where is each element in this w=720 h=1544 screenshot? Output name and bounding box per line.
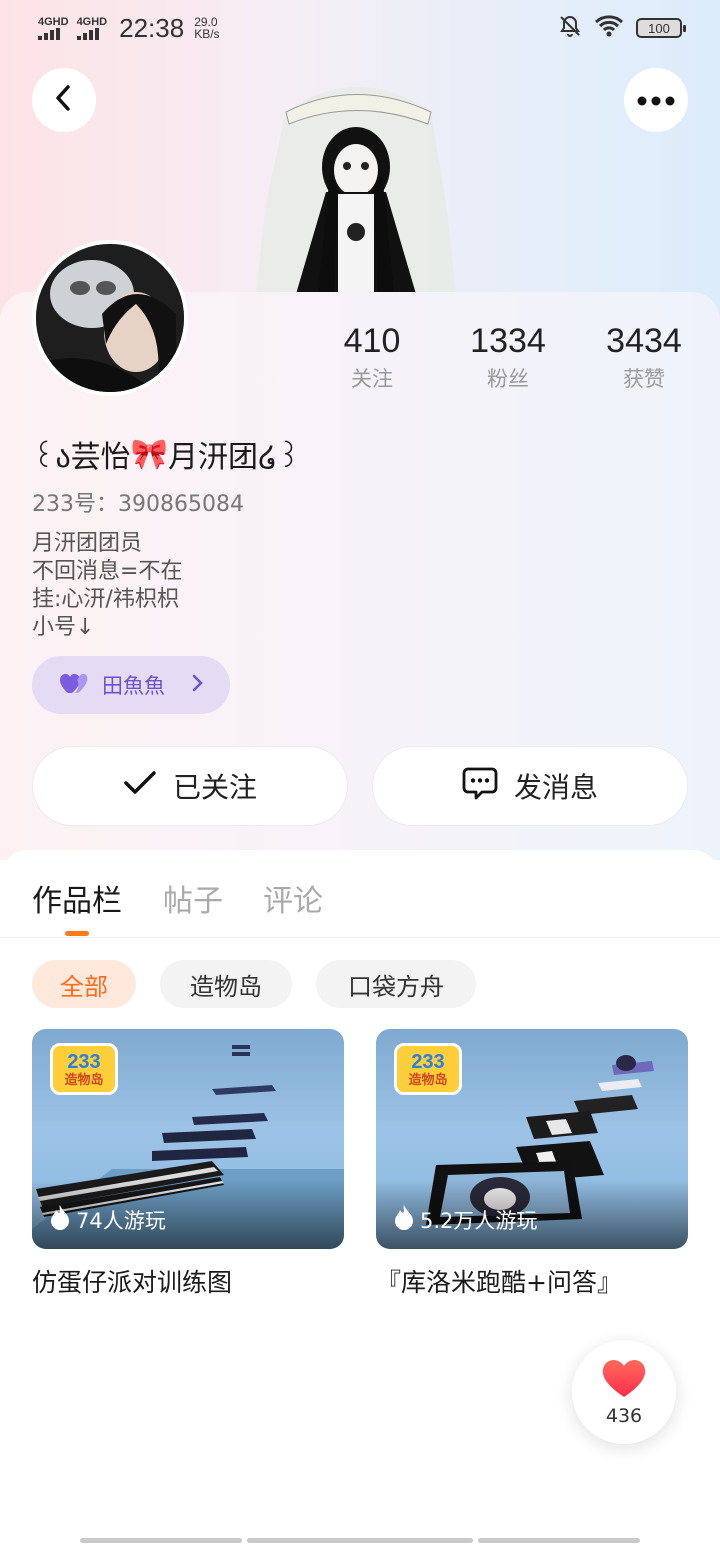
character-avatar-image (256, 72, 456, 294)
play-count-text: 74人游玩 (76, 1208, 166, 1233)
following-label: 关注 (351, 367, 393, 391)
game-title[interactable]: 『库洛米跑酷+问答』 (376, 1263, 688, 1299)
home-indicator (478, 1538, 640, 1543)
signal-indicator-2: 4GHD (76, 15, 108, 40)
like-count: 436 (605, 1405, 643, 1427)
followers-count: 1334 (470, 322, 546, 360)
bio-line: 月汧团团员 (32, 531, 143, 556)
logo-text: 造物岛 (408, 1071, 448, 1087)
tab-bar: 作品栏 帖子 评论 (0, 850, 720, 938)
logo-number: 233 (67, 1050, 101, 1073)
likes-label: 获赞 (623, 367, 665, 391)
clock: 22:38 (119, 12, 185, 43)
bio-line: 小号↓ (32, 615, 95, 640)
status-bar: 4GHD 4GHD 22:38 29.0 KB/s 100 (0, 0, 720, 56)
creation-island-logo: 233 造物岛 (394, 1043, 462, 1095)
avatar[interactable] (32, 240, 188, 396)
chevron-left-icon (52, 84, 76, 116)
followed-button-label: 已关注 (172, 771, 257, 804)
nickname: ꒰ა芸怡 🎀 月汧团໒꒱ (32, 432, 301, 476)
flame-icon (50, 1204, 70, 1235)
game-title[interactable]: 仿蛋仔派对训练图 (32, 1263, 344, 1299)
more-dots-icon (636, 91, 676, 110)
tab-works[interactable]: 作品栏 (32, 876, 122, 920)
likes-stat[interactable]: 3434 获赞 (574, 322, 714, 393)
send-message-label: 发消息 (513, 771, 598, 804)
bio: 月汧团团员 不回消息=不在 挂:心汧/祎枳枳 小号↓ (32, 530, 182, 642)
chevron-right-icon (192, 674, 204, 696)
wifi-icon (594, 14, 624, 42)
home-indicator (247, 1538, 473, 1543)
followers-stat[interactable]: 1334 粉丝 (438, 322, 578, 393)
logo-number: 233 (411, 1050, 445, 1073)
family-tag[interactable]: 田魚魚 (32, 656, 230, 714)
game-thumbnail[interactable]: 233 造物岛 5.2万人游玩 (376, 1029, 688, 1249)
creation-island-logo: 233 造物岛 (50, 1043, 118, 1095)
followers-label: 粉丝 (487, 367, 529, 391)
nickname-part-left: ꒰ა芸怡 (32, 440, 131, 475)
like-button[interactable]: 436 (572, 1340, 676, 1444)
filter-creation-island[interactable]: 造物岛 (160, 960, 292, 1008)
signal-indicator-1: 4GHD (38, 15, 69, 40)
flame-icon (394, 1204, 414, 1235)
followed-button[interactable]: 已关注 (32, 746, 348, 826)
bio-line: 挂:心汧/祎枳枳 (32, 587, 179, 612)
network-speed: 29.0 KB/s (194, 16, 219, 40)
double-heart-icon (58, 671, 92, 699)
play-count-text: 5.2万人游玩 (420, 1208, 538, 1233)
network-type-label: 4GHD (76, 15, 108, 28)
more-options-button[interactable] (624, 68, 688, 132)
logo-text: 造物岛 (64, 1071, 104, 1087)
tab-posts[interactable]: 帖子 (163, 876, 223, 920)
chat-bubble-icon (462, 766, 498, 807)
bell-muted-icon (558, 14, 582, 43)
likes-count: 3434 (606, 322, 682, 360)
home-indicator (80, 1538, 242, 1543)
network-type-label: 4GHD (38, 15, 69, 28)
tab-indicator (65, 931, 89, 936)
filter-pocket-ark[interactable]: 口袋方舟 (316, 960, 476, 1008)
back-button[interactable] (32, 68, 96, 132)
family-tag-label: 田魚魚 (102, 674, 165, 698)
battery-icon: 100 (636, 18, 686, 38)
bow-emoji: 🎀 (130, 436, 169, 472)
user-id[interactable]: 233号：390865084 (32, 486, 244, 518)
game-thumbnail[interactable]: 233 造物岛 74人游玩 (32, 1029, 344, 1249)
battery-level: 100 (648, 20, 670, 36)
game-card[interactable]: 233 造物岛 74人游玩 仿蛋仔派对训练图 (32, 1029, 344, 1299)
send-message-button[interactable]: 发消息 (372, 746, 688, 826)
checkmark-icon (123, 770, 157, 803)
bio-line: 不回消息=不在 (32, 559, 183, 584)
following-count: 410 (343, 322, 401, 360)
filter-all[interactable]: 全部 (32, 960, 136, 1008)
game-card[interactable]: 233 造物岛 5.2万人游玩 『库洛米跑酷+问答』 (376, 1029, 688, 1299)
following-stat[interactable]: 410 关注 (302, 322, 442, 393)
play-count: 74人游玩 (50, 1204, 166, 1235)
heart-icon (600, 1357, 648, 1403)
signal-bars-icon (38, 27, 69, 40)
signal-bars-icon (76, 27, 108, 40)
tab-comments[interactable]: 评论 (263, 876, 323, 920)
play-count: 5.2万人游玩 (394, 1204, 537, 1235)
nickname-part-right: 月汧团໒꒱ (168, 440, 301, 475)
network-speed-unit: KB/s (194, 27, 220, 41)
